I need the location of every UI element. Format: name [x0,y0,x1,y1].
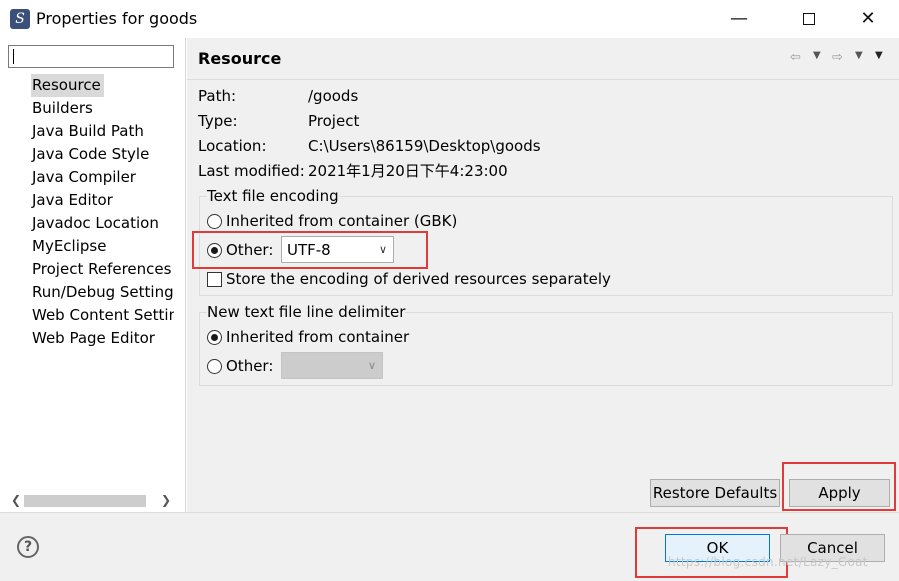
page-header: Resource ⇦ ▼ ⇨ ▼ ▼ [187,38,899,80]
minimize-icon: — [730,8,748,29]
encoding-inherited-radio[interactable] [207,214,222,229]
nav-item-resource[interactable]: Resource [31,74,104,97]
delimiter-inherited-radio[interactable] [207,330,222,345]
scrollbar-thumb[interactable] [24,495,146,507]
nav-item-javadoc-location[interactable]: Javadoc Location [31,212,174,235]
encoding-group-title: Text file encoding [207,186,339,206]
filter-input[interactable] [8,45,174,68]
nav-item-run-debug-settings[interactable]: Run/Debug Settings [31,281,174,304]
encoding-combo[interactable]: UTF-8 ∨ [281,236,394,263]
restore-defaults-button[interactable]: Restore Defaults [650,479,780,507]
encoding-combo-value: UTF-8 [287,241,331,259]
help-icon[interactable]: ? [17,536,39,558]
nav-item-myeclipse[interactable]: MyEclipse [31,235,174,258]
last-modified-label: Last modified: [198,162,305,180]
nav-item-web-content-settings[interactable]: Web Content Settings [31,304,174,327]
chevron-down-icon: ∨ [367,359,376,372]
location-label: Location: [198,137,267,155]
page-title: Resource [198,49,282,68]
view-menu-icon[interactable]: ▼ [875,50,883,61]
minimize-button[interactable]: — [716,0,762,38]
type-label: Type: [198,112,238,130]
store-encoding-label[interactable]: Store the encoding of derived resources … [226,268,611,290]
property-nav-pane: Resource Builders Java Build Path Java C… [0,38,186,512]
last-modified-value: 2021年1月20日下午4:23:00 [308,162,508,180]
scroll-left-icon[interactable]: ❮ [8,491,24,509]
delimiter-group-title: New text file line delimiter [207,302,406,322]
back-arrow-icon[interactable]: ⇦ [790,50,801,65]
eclipse-app-icon: S [10,9,30,29]
path-label: Path: [198,87,237,105]
forward-arrow-icon[interactable]: ⇨ [832,50,843,65]
nav-item-web-page-editor[interactable]: Web Page Editor [31,327,174,350]
nav-item-java-editor[interactable]: Java Editor [31,189,174,212]
delimiter-other-radio[interactable] [207,359,222,374]
close-button[interactable]: ✕ [845,0,891,38]
text-caret [13,49,14,64]
delimiter-other-label[interactable]: Other: [226,355,273,377]
type-value: Project [308,112,360,130]
nav-item-java-code-style[interactable]: Java Code Style [31,143,174,166]
window-title: Properties for goods [36,9,198,28]
scroll-right-icon[interactable]: ❯ [158,491,174,509]
path-value: /goods [308,87,359,105]
close-icon: ✕ [860,8,876,29]
location-value: C:\Users\86159\Desktop\goods [308,137,541,155]
maximize-button[interactable] [786,0,832,38]
forward-dropdown-icon[interactable]: ▼ [855,50,863,61]
nav-item-builders[interactable]: Builders [31,97,174,120]
encoding-other-label[interactable]: Other: [226,239,273,261]
encoding-other-radio[interactable] [207,243,222,258]
back-dropdown-icon[interactable]: ▼ [813,50,821,61]
horizontal-scrollbar[interactable]: ❮ ❯ [8,491,174,509]
maximize-icon [803,13,815,25]
watermark-text: https://blog.csdn.net/Lazy_Goat [668,555,868,569]
title-bar[interactable]: S Properties for goods — ✕ [0,0,899,38]
encoding-inherited-label[interactable]: Inherited from container (GBK) [226,210,457,232]
apply-button[interactable]: Apply [789,479,890,507]
delimiter-combo[interactable]: ∨ [281,352,383,379]
nav-item-java-build-path[interactable]: Java Build Path [31,120,174,143]
dialog-footer: ? OK Cancel [0,512,899,581]
nav-item-java-compiler[interactable]: Java Compiler [31,166,174,189]
delimiter-inherited-label[interactable]: Inherited from container [226,326,409,348]
store-encoding-checkbox[interactable] [207,272,222,287]
nav-item-project-references[interactable]: Project References [31,258,174,281]
property-page: Resource ⇦ ▼ ⇨ ▼ ▼ Path: /goods Type: Pr… [187,38,899,512]
chevron-down-icon: ∨ [378,243,387,256]
